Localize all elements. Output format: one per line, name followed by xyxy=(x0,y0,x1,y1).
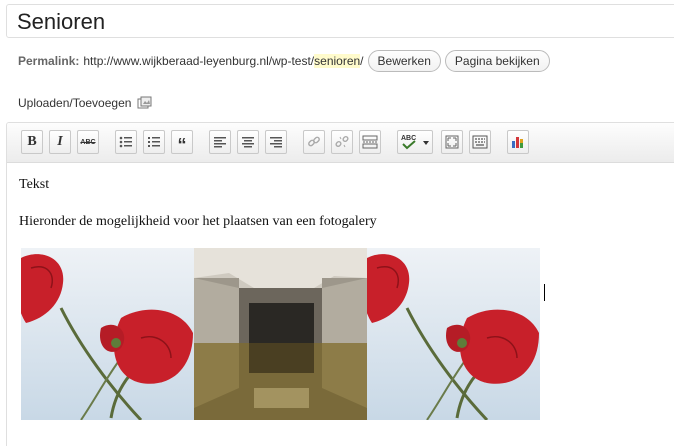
fullscreen-button[interactable] xyxy=(441,130,463,154)
align-right-icon xyxy=(270,137,282,148)
fullscreen-icon xyxy=(445,135,459,149)
unlink-icon xyxy=(335,135,349,148)
permalink-label: Permalink: xyxy=(18,54,80,68)
strikethrough-button[interactable]: ABC xyxy=(77,130,99,154)
pool-image[interactable] xyxy=(194,248,367,420)
permalink-slug[interactable]: senioren xyxy=(314,54,361,68)
align-right-button[interactable] xyxy=(265,130,287,154)
media-upload-icon[interactable] xyxy=(137,96,153,110)
paragraph-intro: Hieronder de mogelijkheid voor het plaat… xyxy=(19,214,377,229)
upload-row: Uploaden/Toevoegen xyxy=(18,96,153,110)
photo-gallery[interactable] xyxy=(21,248,541,420)
editor-toolbar: B I ABC “ ABC xyxy=(7,123,674,163)
insert-link-button[interactable] xyxy=(303,130,325,154)
italic-button[interactable]: I xyxy=(49,130,71,154)
bullet-list-button[interactable] xyxy=(115,130,137,154)
bar-chart-icon xyxy=(512,137,523,148)
numbered-list-icon xyxy=(148,137,160,147)
bold-button[interactable]: B xyxy=(21,130,43,154)
permalink-row: Permalink: http://www.wijkberaad-leyenbu… xyxy=(18,50,550,72)
blockquote-button[interactable]: “ xyxy=(171,130,193,154)
align-center-button[interactable] xyxy=(237,130,259,154)
kitchen-sink-icon xyxy=(472,135,488,149)
permalink-trailing-slash: / xyxy=(360,54,364,68)
strikethrough-icon: ABC xyxy=(80,138,96,146)
align-left-icon xyxy=(214,137,226,148)
poppy-image-left[interactable] xyxy=(21,248,194,420)
italic-icon: I xyxy=(57,134,63,149)
insert-more-button[interactable] xyxy=(359,130,381,154)
poppy-image-right[interactable] xyxy=(367,248,540,420)
upload-label: Uploaden/Toevoegen xyxy=(18,96,132,110)
align-left-button[interactable] xyxy=(209,130,231,154)
numbered-list-button[interactable] xyxy=(143,130,165,154)
post-title-field[interactable]: Senioren xyxy=(6,4,674,38)
post-title-input[interactable]: Senioren xyxy=(17,8,105,36)
chart-button[interactable] xyxy=(507,130,529,154)
spellcheck-button[interactable]: ABC xyxy=(397,130,433,154)
edit-permalink-button[interactable]: Bewerken xyxy=(367,50,441,72)
link-icon xyxy=(308,136,320,147)
text-cursor xyxy=(544,284,545,301)
blockquote-icon: “ xyxy=(177,135,187,155)
align-center-icon xyxy=(242,137,254,148)
paragraph-tekst: Tekst xyxy=(19,177,50,192)
more-tag-icon xyxy=(362,135,378,149)
remove-link-button[interactable] xyxy=(331,130,353,154)
bullet-list-icon xyxy=(119,136,132,148)
editor-box: B I ABC “ ABC Tekst Hieronder de mogelij… xyxy=(6,122,674,446)
permalink-url: http://www.wijkberaad-leyenburg.nl/wp-te… xyxy=(83,54,315,68)
bold-icon: B xyxy=(27,134,37,149)
view-page-button[interactable]: Pagina bekijken xyxy=(444,50,550,72)
kitchen-sink-button[interactable] xyxy=(469,130,491,154)
spellcheck-icon: ABC xyxy=(401,135,429,150)
